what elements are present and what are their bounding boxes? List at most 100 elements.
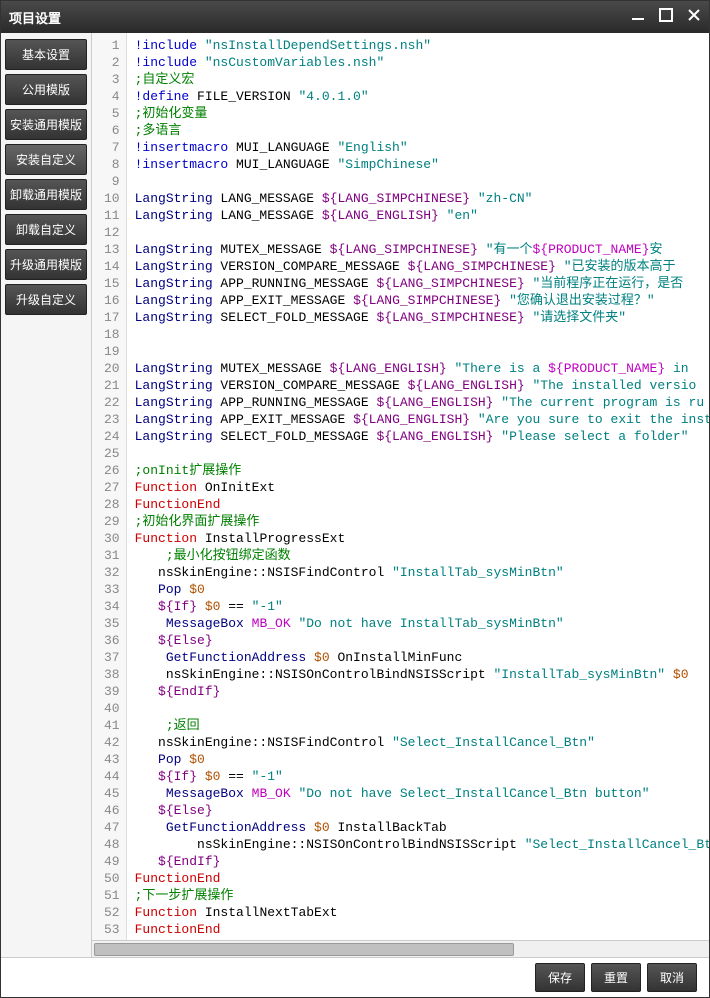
code-line[interactable]: LangString MUTEX_MESSAGE ${LANG_SIMPCHIN…	[135, 241, 709, 258]
line-number: 1	[104, 37, 120, 54]
code-line[interactable]: LangString APP_RUNNING_MESSAGE ${LANG_EN…	[135, 394, 709, 411]
code-line[interactable]: ${Else}	[135, 802, 709, 819]
code-line[interactable]: ;初始化变量	[135, 105, 709, 122]
code-line[interactable]: !define FILE_VERSION "4.0.1.0"	[135, 88, 709, 105]
code-line[interactable]: Pop $0	[135, 581, 709, 598]
code-line[interactable]: LangString APP_EXIT_MESSAGE ${LANG_SIMPC…	[135, 292, 709, 309]
code-line[interactable]: ;初始化界面扩展操作	[135, 513, 709, 530]
code-line[interactable]	[135, 343, 709, 360]
save-button[interactable]: 保存	[535, 963, 585, 992]
code-line[interactable]: ;自定义宏	[135, 71, 709, 88]
code-area[interactable]: !include "nsInstallDependSettings.nsh"!i…	[127, 33, 709, 940]
reset-button[interactable]: 重置	[591, 963, 641, 992]
line-number: 49	[104, 853, 120, 870]
code-line[interactable]: MessageBox MB_OK "Do not have InstallTab…	[135, 615, 709, 632]
code-line[interactable]: nsSkinEngine::NSISFindControl "Select_In…	[135, 734, 709, 751]
horizontal-scrollbar[interactable]	[92, 940, 709, 957]
code-line[interactable]: ${If} $0 == "-1"	[135, 768, 709, 785]
code-line[interactable]: LangString SELECT_FOLD_MESSAGE ${LANG_EN…	[135, 428, 709, 445]
code-line[interactable]: ${EndIf}	[135, 683, 709, 700]
line-number: 36	[104, 632, 120, 649]
sidebar-item-install-custom[interactable]: 安装自定义	[5, 144, 87, 175]
line-number: 6	[104, 122, 120, 139]
sidebar-item-uninstall-template[interactable]: 卸载通用模版	[5, 179, 87, 210]
code-line[interactable]: Function OnInitExt	[135, 479, 709, 496]
titlebar[interactable]: 项目设置	[1, 1, 709, 33]
code-line[interactable]	[135, 173, 709, 190]
code-line[interactable]: !insertmacro MUI_LANGUAGE "SimpChinese"	[135, 156, 709, 173]
code-line[interactable]: LangString MUTEX_MESSAGE ${LANG_ENGLISH}…	[135, 360, 709, 377]
line-number: 5	[104, 105, 120, 122]
code-line[interactable]: LangString VERSION_COMPARE_MESSAGE ${LAN…	[135, 377, 709, 394]
window-title: 项目设置	[9, 8, 631, 27]
scrollbar-thumb[interactable]	[94, 943, 514, 956]
code-line[interactable]	[135, 700, 709, 717]
line-number: 43	[104, 751, 120, 768]
minimize-icon[interactable]	[631, 8, 645, 26]
code-line[interactable]: LangString APP_EXIT_MESSAGE ${LANG_ENGLI…	[135, 411, 709, 428]
code-line[interactable]: !insertmacro MUI_LANGUAGE "English"	[135, 139, 709, 156]
line-number: 29	[104, 513, 120, 530]
sidebar-item-install-template[interactable]: 安装通用模版	[5, 109, 87, 140]
line-number: 44	[104, 768, 120, 785]
code-line[interactable]: !include "nsInstallDependSettings.nsh"	[135, 37, 709, 54]
sidebar: 基本设置 公用模版 安装通用模版 安装自定义 卸载通用模版 卸载自定义 升级通用…	[1, 33, 91, 957]
code-line[interactable]: LangString LANG_MESSAGE ${LANG_ENGLISH} …	[135, 207, 709, 224]
line-number: 40	[104, 700, 120, 717]
code-line[interactable]: ;多语言	[135, 122, 709, 139]
code-line[interactable]: !include "nsCustomVariables.nsh"	[135, 54, 709, 71]
code-line[interactable]: ;最小化按钮绑定函数	[135, 547, 709, 564]
sidebar-item-basic[interactable]: 基本设置	[5, 39, 87, 70]
code-line[interactable]	[135, 445, 709, 462]
titlebar-controls	[631, 8, 701, 26]
line-number: 51	[104, 887, 120, 904]
code-line[interactable]: ${Else}	[135, 632, 709, 649]
code-line[interactable]: FunctionEnd	[135, 870, 709, 887]
line-number: 52	[104, 904, 120, 921]
line-number: 19	[104, 343, 120, 360]
code-line[interactable]: ;下一步扩展操作	[135, 887, 709, 904]
line-number: 15	[104, 275, 120, 292]
code-line[interactable]: Pop $0	[135, 751, 709, 768]
code-editor[interactable]: 1234567891011121314151617181920212223242…	[92, 33, 709, 940]
code-line[interactable]: Function InstallNextTabExt	[135, 904, 709, 921]
sidebar-item-upgrade-custom[interactable]: 升级自定义	[5, 284, 87, 315]
sidebar-item-uninstall-custom[interactable]: 卸载自定义	[5, 214, 87, 245]
line-number: 45	[104, 785, 120, 802]
editor-panel: 1234567891011121314151617181920212223242…	[91, 33, 709, 957]
code-line[interactable]: GetFunctionAddress $0 OnInstallMinFunc	[135, 649, 709, 666]
line-number: 20	[104, 360, 120, 377]
line-number: 42	[104, 734, 120, 751]
line-number: 41	[104, 717, 120, 734]
code-line[interactable]: LangString LANG_MESSAGE ${LANG_SIMPCHINE…	[135, 190, 709, 207]
line-number: 21	[104, 377, 120, 394]
code-line[interactable]	[135, 326, 709, 343]
code-line[interactable]: FunctionEnd	[135, 921, 709, 938]
code-line[interactable]: LangString SELECT_FOLD_MESSAGE ${LANG_SI…	[135, 309, 709, 326]
line-number: 27	[104, 479, 120, 496]
code-line[interactable]: nsSkinEngine::NSISFindControl "InstallTa…	[135, 564, 709, 581]
code-line[interactable]: Function InstallProgressExt	[135, 530, 709, 547]
code-line[interactable]: ;onInit扩展操作	[135, 462, 709, 479]
line-number: 17	[104, 309, 120, 326]
code-line[interactable]: ;返回	[135, 717, 709, 734]
line-number: 9	[104, 173, 120, 190]
code-line[interactable]: nsSkinEngine::NSISOnControlBindNSISScrip…	[135, 836, 709, 853]
footer: 保存 重置 取消	[1, 957, 709, 997]
code-line[interactable]	[135, 224, 709, 241]
code-line[interactable]: ${EndIf}	[135, 853, 709, 870]
code-line[interactable]: MessageBox MB_OK "Do not have Select_Ins…	[135, 785, 709, 802]
close-icon[interactable]	[687, 8, 701, 26]
line-gutter: 1234567891011121314151617181920212223242…	[92, 33, 127, 940]
code-line[interactable]: LangString VERSION_COMPARE_MESSAGE ${LAN…	[135, 258, 709, 275]
cancel-button[interactable]: 取消	[647, 963, 697, 992]
code-line[interactable]: LangString APP_RUNNING_MESSAGE ${LANG_SI…	[135, 275, 709, 292]
code-line[interactable]: GetFunctionAddress $0 InstallBackTab	[135, 819, 709, 836]
maximize-icon[interactable]	[659, 8, 673, 26]
sidebar-item-upgrade-template[interactable]: 升级通用模版	[5, 249, 87, 280]
code-line[interactable]: FunctionEnd	[135, 496, 709, 513]
code-line[interactable]: nsSkinEngine::NSISOnControlBindNSISScrip…	[135, 666, 709, 683]
sidebar-item-common-template[interactable]: 公用模版	[5, 74, 87, 105]
code-line[interactable]: ${If} $0 == "-1"	[135, 598, 709, 615]
line-number: 11	[104, 207, 120, 224]
